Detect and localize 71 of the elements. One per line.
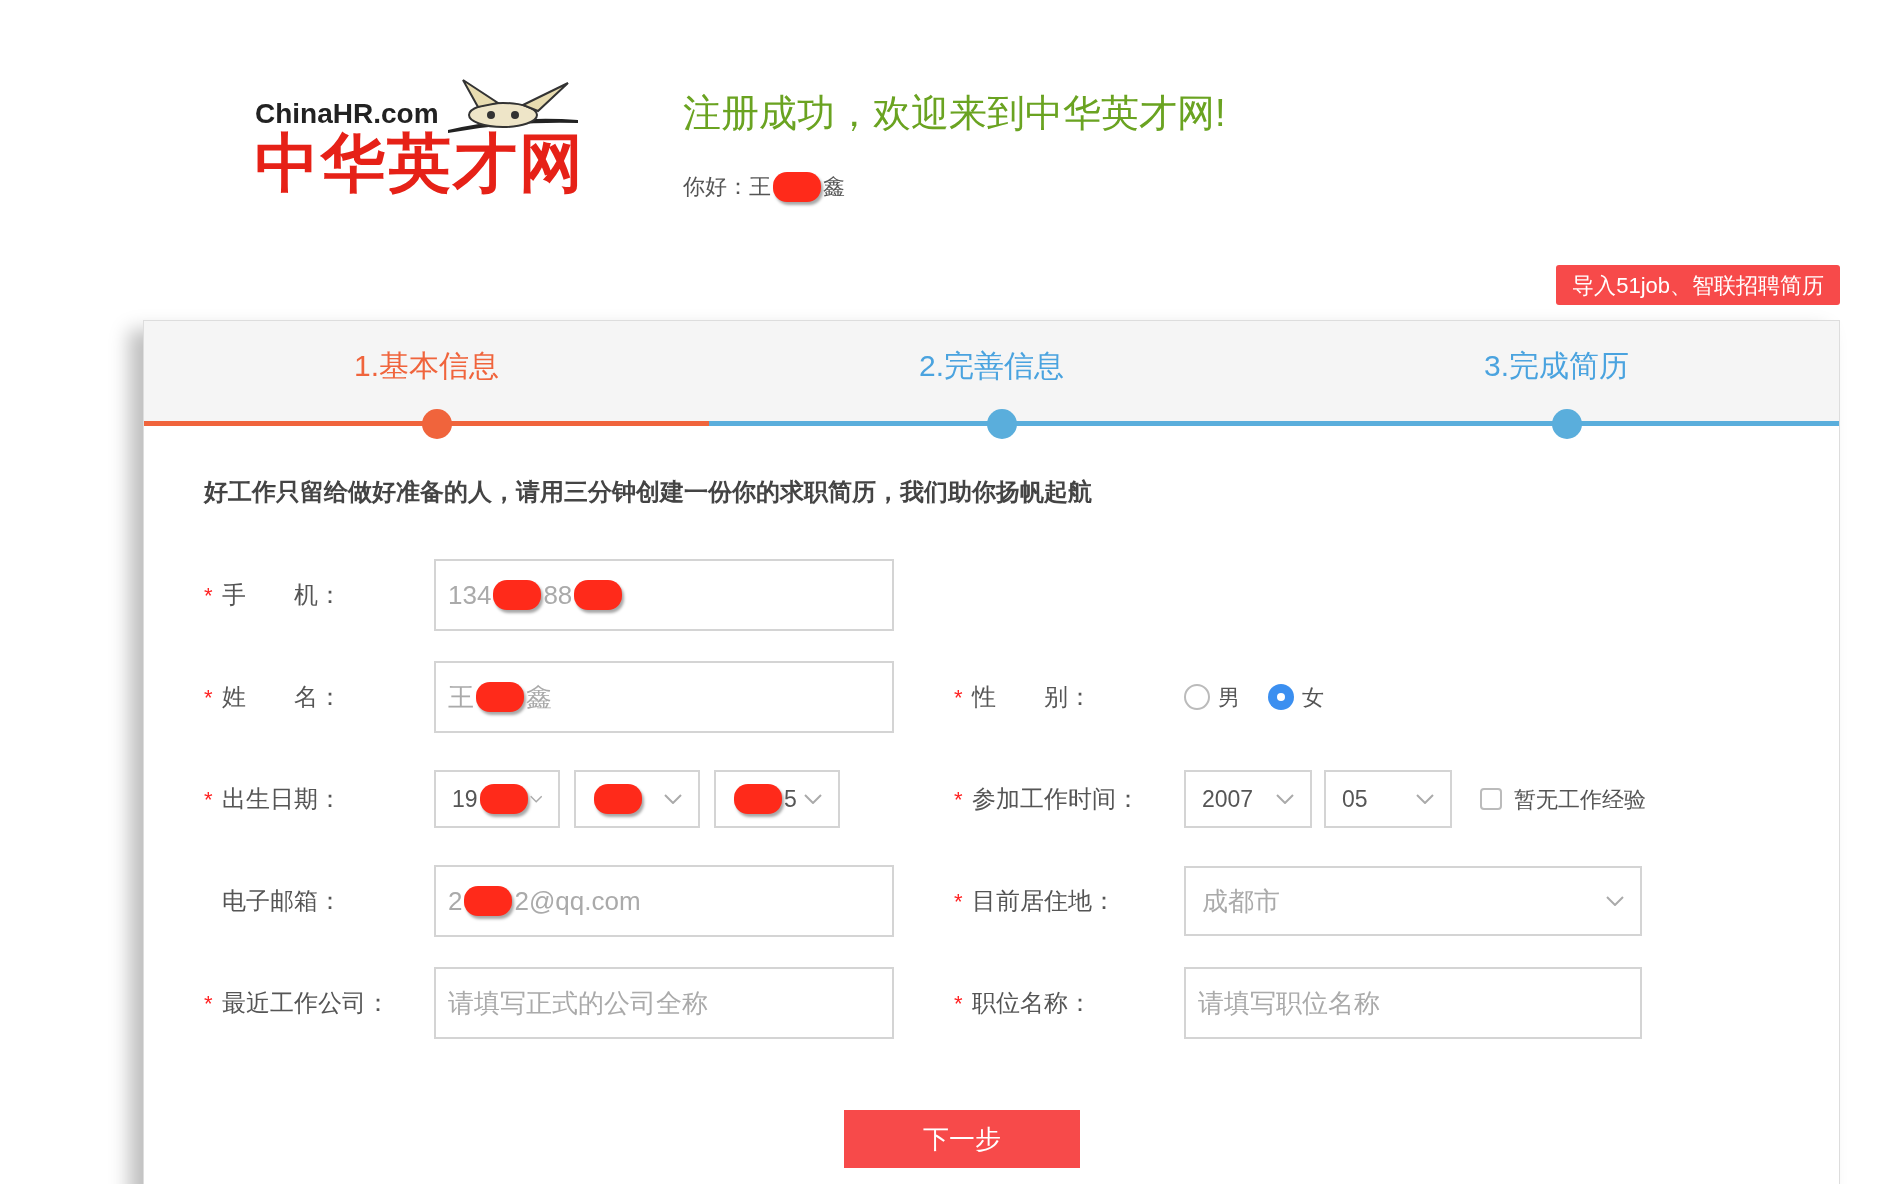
field-text: 134	[448, 578, 492, 612]
chevron-down-icon	[529, 794, 542, 804]
select-value: 成都市	[1202, 884, 1280, 918]
input-field[interactable]: 2 2@qq.com	[434, 865, 894, 937]
field-label: 电子邮箱：	[222, 886, 342, 916]
greeting-label: 你好：	[683, 173, 749, 201]
input-field[interactable]: 134 88	[434, 559, 894, 631]
field-label: 手 机：	[222, 580, 342, 610]
redaction-mark	[594, 784, 642, 814]
checkbox[interactable]	[1480, 788, 1502, 810]
field-label: 性 别：	[972, 682, 1092, 712]
radio-label: 女	[1302, 683, 1324, 712]
logo-name: 中华英才网	[255, 131, 586, 195]
intro-text: 好工作只留给做好准备的人，请用三分钟创建一份你的求职简历，我们助你扬帆起航	[204, 477, 1093, 507]
field-text: 19	[452, 784, 478, 814]
radio-button[interactable]	[1184, 684, 1210, 710]
field-text: 鑫	[823, 173, 845, 201]
chevron-down-icon	[664, 794, 682, 804]
radio-label: 男	[1218, 683, 1240, 712]
field-text: 2@qq.com	[514, 884, 641, 918]
step-tab[interactable]: 1.基本信息	[354, 343, 499, 383]
redaction-mark	[773, 171, 821, 202]
next-step-button[interactable]: 下一步	[843, 1110, 1080, 1168]
checkbox-label: 暂无工作经验	[1514, 785, 1646, 814]
field-text: 2	[448, 884, 463, 918]
field-label: 职位名称：	[972, 988, 1092, 1018]
select-field[interactable]: 成都市	[1184, 866, 1642, 936]
required-mark: *	[204, 989, 214, 1018]
field-text: 王	[749, 173, 771, 201]
import-resume-button[interactable]: 导入51job、智联招聘简历	[1556, 265, 1840, 305]
input-field[interactable]: 请填写职位名称	[1184, 967, 1642, 1039]
field-text: 王	[448, 680, 474, 714]
welcome-title: 注册成功，欢迎来到中华英才网!	[683, 91, 1226, 136]
redaction-mark	[476, 682, 524, 712]
chevron-down-icon	[1606, 896, 1624, 906]
redaction-mark	[574, 580, 623, 610]
input-field[interactable]: 请填写正式的公司全称	[434, 967, 894, 1039]
required-mark: *	[204, 683, 214, 712]
required-mark: *	[204, 785, 214, 814]
required-mark: *	[954, 887, 964, 916]
field-text: 5	[784, 784, 797, 814]
required-mark: *	[954, 785, 964, 814]
select-value: 05	[1342, 784, 1368, 814]
field-label: 参加工作时间：	[972, 784, 1140, 814]
step-tab[interactable]: 2.完善信息	[919, 343, 1064, 383]
required-mark: *	[954, 989, 964, 1018]
required-mark: *	[954, 683, 964, 712]
redaction-mark	[734, 784, 782, 814]
field-label: 姓 名：	[222, 682, 342, 712]
chevron-down-icon	[804, 794, 822, 804]
redaction-mark	[479, 784, 528, 814]
input-field[interactable]: 王 鑫	[434, 661, 894, 733]
select-field[interactable]: 19	[434, 770, 560, 828]
field-label: 目前居住地：	[972, 886, 1116, 916]
logo-domain: ChinaHR.com	[255, 97, 439, 131]
select-value: 2007	[1202, 784, 1254, 814]
field-text: 鑫	[526, 680, 552, 714]
select-field[interactable]	[574, 770, 700, 828]
radio-button[interactable]	[1268, 684, 1294, 710]
field-label: 出生日期：	[222, 784, 342, 814]
select-field[interactable]: 5	[714, 770, 840, 828]
select-field[interactable]: 2007	[1184, 770, 1312, 828]
chevron-down-icon	[1276, 794, 1294, 804]
field-label: 最近工作公司：	[222, 988, 390, 1018]
field-text: 88	[543, 578, 573, 612]
required-mark: *	[204, 581, 214, 610]
redaction-mark	[493, 580, 542, 610]
chevron-down-icon	[1416, 794, 1434, 804]
redaction-mark	[464, 886, 513, 916]
select-field[interactable]: 05	[1324, 770, 1452, 828]
step-tab[interactable]: 3.完成简历	[1484, 343, 1629, 383]
